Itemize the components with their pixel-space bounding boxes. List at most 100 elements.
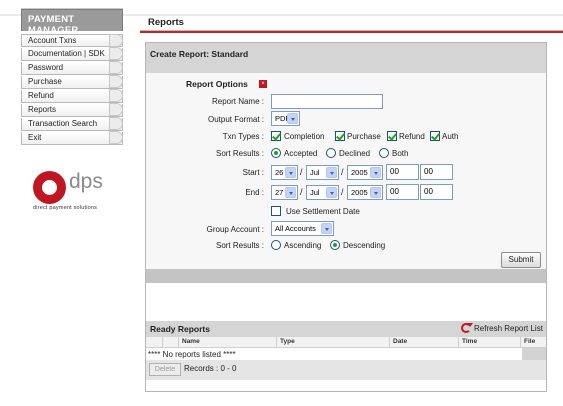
refund-checkbox[interactable] [387,131,397,141]
end-year-select[interactable]: 2005 [347,185,383,200]
date-separator: / [300,187,303,197]
sidebar-item-label: Purchase [28,77,62,86]
date-separator: / [300,167,303,177]
use-settlement-date-checkbox[interactable] [271,206,281,216]
sidebar-item-label: Exit [28,133,42,142]
records-count: Records : 0 - 0 [184,364,237,373]
sidebar-item-account-txns[interactable]: Account Txns [21,34,123,47]
sidebar-item-purchase[interactable]: Purchase [21,75,123,89]
logo-subtitle: direct payment solutions [33,205,98,211]
table-row: **** No reports listed **** [146,348,546,360]
end-day-select[interactable]: 27 [271,185,298,200]
sidebar-item-label: Reports [28,105,57,114]
sidebar-item-documentation[interactable]: Documentation | SDK [21,47,123,61]
top-bar: PAYMENT MANAGER Reports [0,0,563,36]
start-minute-value: 00 [424,167,433,176]
txn-types-label: Txn Types : [222,132,264,141]
ascending-radio[interactable] [271,240,281,250]
start-minute-input[interactable]: 00 [420,164,453,180]
page-title: Reports [148,17,184,28]
sidebar-item-transaction-search[interactable]: Transaction Search [21,117,123,131]
sidebar-item-label: Transaction Search [28,119,98,128]
chevron-down-icon [285,167,296,178]
start-label: Start : [242,168,264,177]
brand-title: PAYMENT MANAGER [28,14,79,36]
ready-reports-title: Ready Reports [150,324,210,334]
logo-text: dps [69,170,103,193]
auth-checkbox[interactable] [430,131,440,141]
nav-cap [109,89,123,102]
start-month-select[interactable]: Jul [306,165,339,180]
column-header-file[interactable]: File [524,338,535,345]
purchase-checkbox[interactable] [335,131,345,141]
sidebar-item-password[interactable]: Password [21,61,123,75]
sidebar-item-label: Documentation | SDK [28,49,105,58]
create-report-panel: Create Report: Standard Report Options ×… [145,42,547,392]
date-separator: / [341,167,344,177]
delete-button[interactable]: Delete [149,363,181,376]
chevron-down-icon [287,113,298,124]
group-account-select[interactable]: All Accounts [271,221,334,236]
both-radio[interactable] [379,148,389,158]
end-year-value: 2005 [351,188,368,197]
output-format-select[interactable]: PDF [271,111,300,126]
chevron-down-icon [370,167,381,178]
submit-button[interactable]: Submit [501,252,541,268]
refresh-icon[interactable] [461,323,473,333]
chevron-down-icon [326,187,337,198]
end-minute-value: 00 [424,187,433,196]
refresh-report-list-link[interactable]: Refresh Report List [474,324,543,333]
nav-cap [109,117,123,130]
sidebar-item-exit[interactable]: Exit [21,131,123,145]
column-header-name[interactable]: Name [182,338,200,345]
declined-radio[interactable] [326,148,336,158]
sort-order-label: Sort Results : [215,241,264,250]
completion-checkbox[interactable] [271,131,281,141]
chevron-down-icon [285,187,296,198]
sidebar-nav: Account Txns Documentation | SDK Passwor… [21,34,123,146]
group-account-value: All Accounts [275,224,316,233]
start-hour-value: 00 [390,167,399,176]
chevron-down-icon [370,187,381,198]
report-name-input[interactable] [271,94,383,109]
panel-header: Create Report: Standard [146,43,546,73]
report-options-form: Report Options × Report Name : Output Fo… [146,73,546,269]
end-minute-input[interactable]: 00 [420,184,453,200]
accepted-label: Accepted [284,149,318,158]
column-header-time[interactable]: Time [462,338,477,345]
start-day-value: 26 [275,168,284,177]
logo-ring-icon [33,171,66,204]
dps-logo: dps direct payment solutions [33,168,113,216]
end-month-select[interactable]: Jul [306,185,339,200]
brand-tab: PAYMENT MANAGER [21,9,123,36]
ready-reports-header: Ready Reports Refresh Report List [146,321,546,337]
ready-reports-footer: Delete Records : 0 - 0 [146,360,546,380]
accepted-radio[interactable] [271,148,281,158]
purchase-label: Purchase [347,132,381,141]
report-options-title: Report Options [186,79,248,89]
start-day-select[interactable]: 26 [271,165,298,180]
nav-cap [109,75,123,88]
declined-label: Declined [339,149,371,158]
column-divider [389,337,390,348]
sort-results-label: Sort Results : [215,149,264,158]
sidebar-item-label: Password [28,63,64,72]
panel-title: Create Report: Standard [150,49,249,59]
descending-radio[interactable] [330,240,340,250]
collapse-icon[interactable]: × [259,80,267,88]
auth-label: Auth [442,132,459,141]
sidebar-item-reports[interactable]: Reports [21,103,123,117]
column-divider [276,337,277,348]
end-hour-input[interactable]: 00 [386,184,419,200]
sidebar-item-refund[interactable]: Refund [21,89,123,103]
form-footer-bar [146,269,546,283]
start-month-value: Jul [310,168,320,177]
start-hour-input[interactable]: 00 [386,164,419,180]
chevron-down-icon [321,223,332,234]
column-header-date[interactable]: Date [393,338,407,345]
header-accent-rule [140,31,563,33]
refund-label: Refund [399,132,425,141]
start-year-select[interactable]: 2005 [347,165,383,180]
column-header-type[interactable]: Type [280,338,295,345]
end-day-value: 27 [275,188,284,197]
